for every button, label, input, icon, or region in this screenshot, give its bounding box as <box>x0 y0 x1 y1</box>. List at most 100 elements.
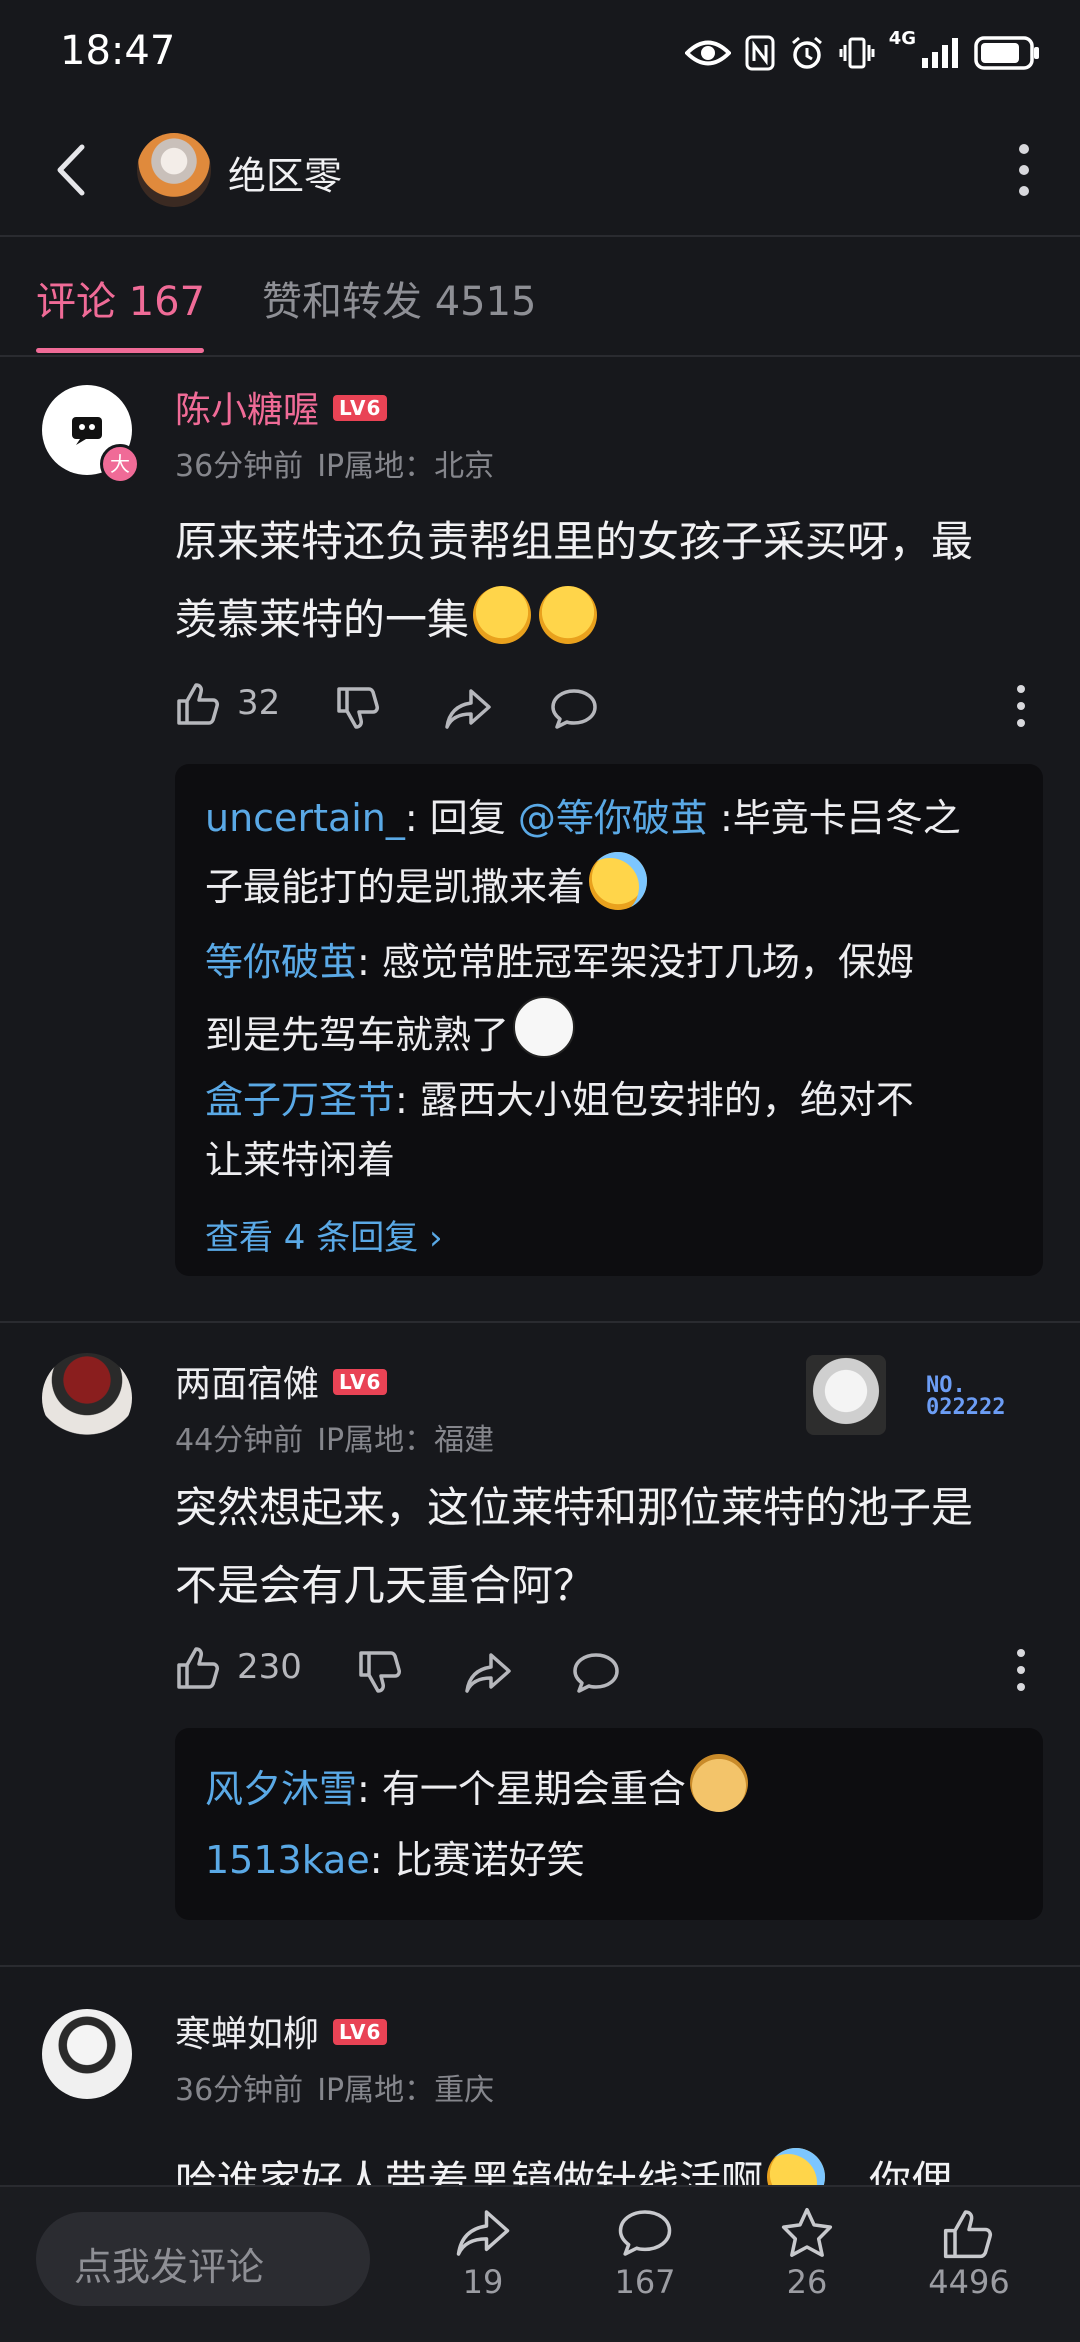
reply-username[interactable]: uncertain_ <box>205 796 405 840</box>
doge-emoji-icon <box>689 1754 748 1812</box>
decoration-badge-image[interactable] <box>806 1355 886 1435</box>
thumbs-down-icon[interactable] <box>335 685 383 733</box>
ip-location: IP属地：北京 <box>317 449 495 484</box>
comment-item: 寒蝉如柳 LV6 36分钟前 IP属地：重庆 哈谁家好人带着黑镜做针线活啊 你俚 <box>0 1967 1080 2185</box>
comment-button[interactable]: 167 <box>590 2205 700 2301</box>
like-button[interactable]: 32 <box>175 679 280 727</box>
reply-preview-box[interactable]: 风夕沐雪: 有一个星期会重合 1513kae: 比赛诺好笑 <box>175 1728 1043 1920</box>
username[interactable]: 两面宿傩 LV6 <box>175 1355 388 1407</box>
avatar[interactable] <box>42 1353 132 1443</box>
comment-text-line: 原来莱特还负责帮组里的女孩子采买呀，最 <box>175 517 974 566</box>
level-badge: LV6 <box>333 1369 388 1395</box>
comment-time: 36分钟前 <box>175 449 304 484</box>
header-avatar[interactable] <box>137 133 211 207</box>
comment-count: 167 <box>614 2263 676 2301</box>
tab-likes-reposts[interactable]: 赞和转发 4515 <box>262 269 537 327</box>
share-icon[interactable] <box>463 1649 513 1697</box>
page-title[interactable]: 绝区零 <box>228 145 342 200</box>
share-count: 19 <box>462 2263 504 2301</box>
reply-line[interactable]: uncertain_: 回复 @等你破茧 :毕竟卡吕冬之 子最能打的是凯撒来着 <box>205 784 1015 921</box>
level-badge: LV6 <box>333 395 388 421</box>
comment-text-line: 哈谁家好人带着黑镜做针线活啊 <box>175 2157 764 2185</box>
ip-location: IP属地：重庆 <box>317 2073 495 2108</box>
favorite-count: 26 <box>786 2263 828 2301</box>
nfc-icon <box>745 35 775 71</box>
eye-icon <box>684 40 731 66</box>
comment-item: 大 陈小糖喔 LV6 36分钟前 IP属地：北京 原来莱特还负责帮组里的女孩子采买呀… <box>0 357 1080 1320</box>
crying-laugh-emoji-icon <box>589 852 648 910</box>
username[interactable]: 寒蝉如柳 LV6 <box>175 2005 388 2057</box>
reply-line[interactable]: 盒子万圣节: 露西大小姐包安排的，绝对不 让莱特闲着 <box>205 1070 1015 1190</box>
comment-text: 原来莱特还负责帮组里的女孩子采买呀，最 羡慕莱特的一集 <box>175 503 1035 659</box>
username-text[interactable]: 寒蝉如柳 <box>175 2014 319 2055</box>
top-bar: 绝区零 <box>0 105 1080 237</box>
reply-username[interactable]: 风夕沐雪 <box>205 1767 357 1811</box>
favorite-button[interactable]: 26 <box>752 2205 862 2301</box>
avatar-badge: 大 <box>100 444 140 484</box>
reply-username[interactable]: 等你破茧 <box>205 940 357 984</box>
status-time: 18:47 <box>60 28 176 74</box>
username-text[interactable]: 陈小糖喔 <box>175 390 319 431</box>
comment-meta: 36分钟前 IP属地：重庆 <box>175 2065 508 2109</box>
comment-actions: 32 <box>175 679 1045 739</box>
thumbs-up-icon <box>943 2210 993 2259</box>
tab-bar: 评论 167 赞和转发 4515 <box>0 237 1080 357</box>
reply-line[interactable]: 等你破茧: 感觉常胜冠军架没打几场，保姆 到是先驾车就熟了 <box>205 928 1015 1069</box>
comment-time: 44分钟前 <box>175 1423 304 1458</box>
reply-line[interactable]: 风夕沐雪: 有一个星期会重合 <box>205 1754 1015 1823</box>
reply-line[interactable]: 1513kae: 比赛诺好笑 <box>205 1826 1015 1894</box>
comment-text-line: 羡慕莱特的一集 <box>175 581 1035 659</box>
comment-item: 两面宿傩 LV6 44分钟前 IP属地：福建 NO. 022222 突然想起来，这位莱… <box>0 1323 1080 1963</box>
alarm-icon <box>791 36 822 69</box>
like-button[interactable]: 230 <box>175 1643 302 1691</box>
comment-meta: 36分钟前 IP属地：北京 <box>175 441 508 485</box>
shush-emoji-icon <box>473 586 532 644</box>
more-options-icon[interactable] <box>1004 140 1044 200</box>
status-bar: 18:47 4G <box>0 0 1080 105</box>
bottom-bar: 点我发评论 19 167 26 4496 <box>0 2185 1080 2342</box>
like-count: 4496 <box>928 2263 1010 2301</box>
status-icons: 4G <box>684 28 1040 78</box>
more-options-icon[interactable] <box>1011 681 1031 731</box>
comment-time: 36分钟前 <box>175 2073 304 2108</box>
crying-laugh-emoji-icon <box>767 2148 826 2185</box>
comment-input[interactable]: 点我发评论 <box>36 2212 370 2306</box>
reply-icon[interactable] <box>571 1649 621 1697</box>
reply-mention[interactable]: @等你破茧 <box>518 796 708 840</box>
signal-icon <box>922 38 958 68</box>
thumbs-up-icon <box>177 1647 219 1689</box>
shush-emoji-icon <box>539 586 598 644</box>
cat-emoji-icon <box>513 996 576 1058</box>
star-icon <box>781 2207 833 2257</box>
comment-input-placeholder: 点我发评论 <box>74 2245 265 2289</box>
reply-username[interactable]: 盒子万圣节 <box>205 1078 395 1122</box>
view-replies-link[interactable]: 查看 4 条回复 › <box>205 1210 443 1259</box>
reply-username[interactable]: 1513kae <box>205 1838 370 1882</box>
share-icon <box>456 2210 510 2256</box>
like-count: 230 <box>237 1647 302 1687</box>
like-count: 32 <box>237 683 281 723</box>
comment-meta: 44分钟前 IP属地：福建 <box>175 1415 508 1459</box>
decoration-badge-number: NO. 022222 <box>926 1373 1006 1420</box>
comment-text: 突然想起来，这位莱特和那位莱特的池子是 不是会有几天重合阿？ <box>175 1469 1035 1625</box>
username-text[interactable]: 两面宿傩 <box>175 1364 319 1405</box>
comment-text-line: 不是会有几天重合阿？ <box>175 1561 596 1610</box>
more-options-icon[interactable] <box>1011 1645 1031 1695</box>
share-icon[interactable] <box>443 685 493 733</box>
username[interactable]: 陈小糖喔 LV6 <box>175 381 388 433</box>
comment-text: 哈谁家好人带着黑镜做针线活啊 你俚 <box>175 2143 1035 2185</box>
level-badge: LV6 <box>333 2019 388 2045</box>
tab-comments[interactable]: 评论 167 <box>36 269 205 327</box>
comment-icon <box>618 2210 672 2256</box>
comment-text-line: 突然想起来，这位莱特和那位莱特的池子是 <box>175 1483 974 1532</box>
vibrate-icon <box>839 37 875 69</box>
thumbs-down-icon[interactable] <box>357 1649 405 1697</box>
avatar[interactable] <box>42 2009 132 2099</box>
share-button[interactable]: 19 <box>428 2205 538 2301</box>
active-tab-indicator <box>36 348 204 353</box>
like-post-button[interactable]: 4496 <box>914 2205 1024 2301</box>
battery-icon <box>974 36 1039 70</box>
reply-preview-box[interactable]: uncertain_: 回复 @等你破茧 :毕竟卡吕冬之 子最能打的是凯撒来着 … <box>175 764 1043 1276</box>
reply-icon[interactable] <box>549 685 599 733</box>
back-icon[interactable] <box>40 135 110 205</box>
